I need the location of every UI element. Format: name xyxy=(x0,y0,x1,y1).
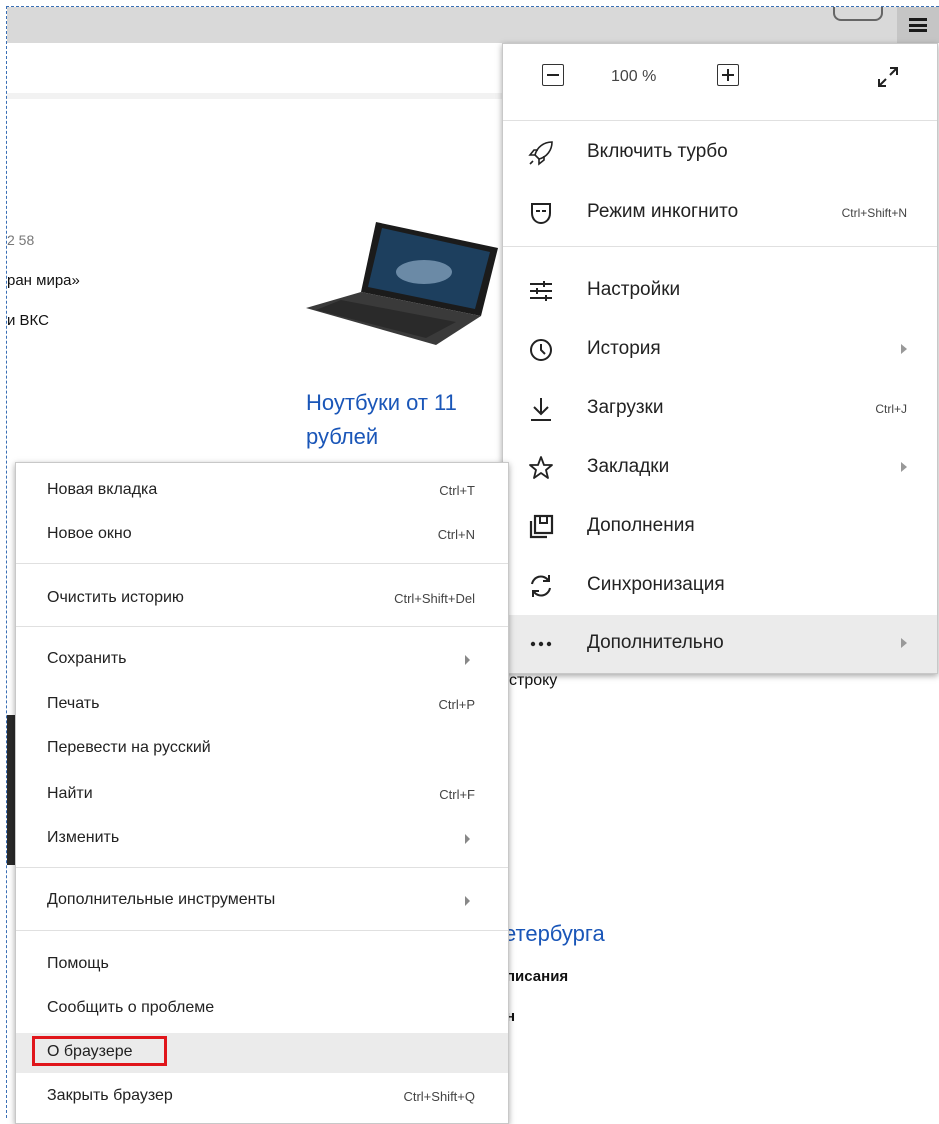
fullscreen-icon[interactable] xyxy=(875,64,901,90)
page-text-fragment: и ВКС xyxy=(7,312,49,329)
page-text-fragment: строку xyxy=(509,672,558,689)
menu-item-label: Настройки xyxy=(587,279,681,300)
protect-icon[interactable] xyxy=(833,7,883,21)
more-dots-icon xyxy=(530,641,552,647)
rocket-icon xyxy=(528,141,553,166)
chevron-right-icon xyxy=(465,834,470,844)
menu-divider xyxy=(16,867,508,868)
submenu-item-label: Печать xyxy=(47,695,100,712)
submenu-item-label: Дополнительные инструменты xyxy=(47,891,276,908)
zoom-in-button[interactable] xyxy=(717,64,739,86)
submenu-item-clear-history[interactable]: Очистить историю Ctrl+Shift+Del xyxy=(16,579,508,619)
submenu-item-help[interactable]: Помощь xyxy=(16,945,508,985)
menu-item-label: Режим инкогнито xyxy=(587,201,739,222)
submenu-item-label: О браузере xyxy=(47,1043,133,1060)
star-icon xyxy=(529,456,553,479)
menu-item-label: Дополнительно xyxy=(587,632,724,653)
submenu-item-shortcut: Ctrl+Shift+Q xyxy=(403,1089,475,1104)
submenu-item-translate[interactable]: Перевести на русский xyxy=(16,729,508,769)
menu-button[interactable] xyxy=(897,7,939,43)
menu-item-turbo[interactable]: Включить турбо xyxy=(503,124,937,182)
submenu-item-shortcut: Ctrl+Shift+Del xyxy=(394,591,475,606)
submenu-item-shortcut: Ctrl+F xyxy=(439,787,475,802)
menu-item-shortcut: Ctrl+J xyxy=(875,402,907,416)
menu-item-bookmarks[interactable]: Закладки xyxy=(503,439,937,497)
submenu-item-label: Сообщить о проблеме xyxy=(47,999,215,1016)
page-text-fragment: ран мира» xyxy=(7,272,80,289)
submenu-item-label: Новое окно xyxy=(47,525,132,542)
page-number-fragment: 2 58 xyxy=(7,232,35,248)
menu-item-incognito[interactable]: Режим инкогнито Ctrl+Shift+N xyxy=(503,184,937,242)
extensions-icon xyxy=(529,514,554,539)
more-submenu: Новая вкладка Ctrl+T Новое окно Ctrl+N О… xyxy=(15,462,509,1124)
submenu-item-label: Изменить xyxy=(47,829,120,846)
submenu-item-report-problem[interactable]: Сообщить о проблеме xyxy=(16,989,508,1029)
chevron-right-icon xyxy=(901,462,907,472)
submenu-item-print[interactable]: Печать Ctrl+P xyxy=(16,685,508,725)
submenu-item-more-tools[interactable]: Дополнительные инструменты xyxy=(16,881,508,921)
submenu-item-label: Помощь xyxy=(47,955,109,972)
menu-item-label: Загрузки xyxy=(587,397,664,418)
browser-main-menu: 100 % Включить турбо Режим инкогнито Ctr… xyxy=(502,43,938,674)
chevron-right-icon xyxy=(465,655,470,665)
laptop-ad-image[interactable] xyxy=(306,220,498,345)
menu-item-sync[interactable]: Синхронизация xyxy=(503,557,937,615)
zoom-level: 100 % xyxy=(611,68,657,85)
menu-item-label: Включить турбо xyxy=(587,141,728,162)
menu-item-label: История xyxy=(587,338,661,359)
menu-item-history[interactable]: История xyxy=(503,321,937,379)
clock-icon xyxy=(530,339,552,361)
toolbar-divider xyxy=(7,93,502,99)
selection-border-top xyxy=(6,6,939,7)
hamburger-icon xyxy=(909,18,927,32)
page-text-fragment: писания xyxy=(506,968,569,985)
selection-border-left xyxy=(6,6,7,1118)
chevron-right-icon xyxy=(901,344,907,354)
submenu-item-shortcut: Ctrl+N xyxy=(437,527,475,542)
settings-sliders-icon xyxy=(530,281,552,301)
ad-title-line-1[interactable]: Ноутбуки от 11 xyxy=(306,390,457,416)
zoom-controls: 100 % xyxy=(503,44,937,116)
menu-item-label: Дополнения xyxy=(587,515,695,536)
menu-item-downloads[interactable]: Загрузки Ctrl+J xyxy=(503,380,937,438)
submenu-item-label: Сохранить xyxy=(47,650,127,667)
menu-item-label: Закладки xyxy=(587,456,670,477)
submenu-item-new-tab[interactable]: Новая вкладка Ctrl+T xyxy=(16,471,508,511)
menu-item-settings[interactable]: Настройки xyxy=(503,262,937,320)
menu-item-label: Синхронизация xyxy=(587,574,725,595)
page-link-fragment[interactable]: етербурга xyxy=(504,921,605,947)
menu-item-extensions[interactable]: Дополнения xyxy=(503,498,937,556)
submenu-item-shortcut: Ctrl+P xyxy=(438,697,475,712)
submenu-item-find[interactable]: Найти Ctrl+F xyxy=(16,775,508,815)
submenu-item-edit[interactable]: Изменить xyxy=(16,819,508,859)
download-icon xyxy=(531,398,551,421)
submenu-item-label: Закрыть браузер xyxy=(47,1087,173,1104)
sync-icon xyxy=(531,575,551,597)
browser-titlebar xyxy=(7,7,939,43)
submenu-item-close-browser[interactable]: Закрыть браузер Ctrl+Shift+Q xyxy=(16,1077,508,1117)
submenu-item-label: Перевести на русский xyxy=(47,739,211,756)
menu-divider xyxy=(503,246,937,247)
plus-icon xyxy=(722,69,734,81)
submenu-item-label: Очистить историю xyxy=(47,589,184,606)
address-bar[interactable] xyxy=(7,45,502,95)
minus-icon xyxy=(547,74,559,76)
menu-divider xyxy=(16,626,508,627)
menu-divider xyxy=(16,563,508,564)
chevron-right-icon xyxy=(901,638,907,648)
submenu-item-label: Новая вкладка xyxy=(47,481,158,498)
zoom-out-button[interactable] xyxy=(542,64,564,86)
menu-divider xyxy=(16,930,508,931)
menu-item-shortcut: Ctrl+Shift+N xyxy=(841,206,907,220)
ad-title-line-2[interactable]: рублей xyxy=(306,424,378,450)
submenu-item-new-window[interactable]: Новое окно Ctrl+N xyxy=(16,515,508,555)
submenu-item-about[interactable]: О браузере xyxy=(16,1033,508,1073)
chevron-right-icon xyxy=(465,896,470,906)
menu-divider xyxy=(503,120,937,121)
menu-item-more[interactable]: Дополнительно xyxy=(503,615,937,673)
incognito-mask-icon xyxy=(531,203,551,225)
submenu-item-label: Найти xyxy=(47,785,93,802)
submenu-item-save[interactable]: Сохранить xyxy=(16,640,508,680)
submenu-item-shortcut: Ctrl+T xyxy=(439,483,475,498)
